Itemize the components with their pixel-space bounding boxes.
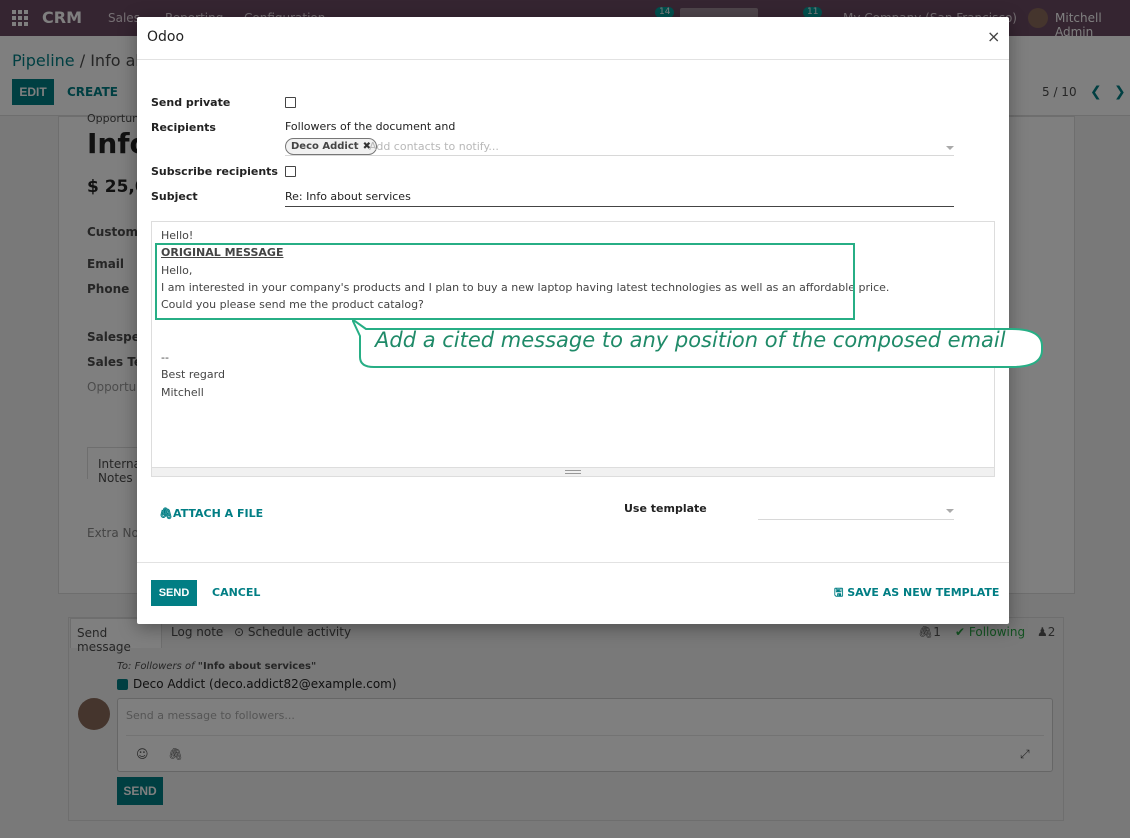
subject-input[interactable]: Re: Info about services	[285, 190, 411, 203]
save-as-template-button[interactable]: 🖫 SAVE AS NEW TEMPLATE	[834, 584, 999, 603]
compose-email-dialog: Odoo × Send private Recipients Followers…	[137, 17, 1043, 624]
recipients-input[interactable]: Add contacts to notify...	[369, 140, 499, 153]
use-template-label: Use template	[624, 502, 707, 515]
signature-separator[interactable]: --	[161, 351, 169, 364]
paperclip-icon: 🖇	[159, 507, 173, 520]
chevron-down-icon[interactable]	[946, 146, 954, 150]
send-button[interactable]: SEND	[151, 580, 197, 606]
cited-message-highlight	[155, 243, 855, 320]
save-as-template-label: SAVE AS NEW TEMPLATE	[847, 586, 1000, 599]
recipients-prefix: Followers of the document and	[285, 120, 456, 133]
recipient-tag-label: Deco Addict	[291, 141, 359, 152]
dialog-header: Odoo ×	[137, 17, 1009, 60]
recipient-tag: Deco Addict ✖	[285, 138, 377, 155]
send-private-checkbox[interactable]	[285, 97, 296, 108]
recipients-label: Recipients	[151, 121, 216, 134]
subject-label: Subject	[151, 190, 198, 203]
send-private-label: Send private	[151, 96, 231, 109]
dialog-title: Odoo	[147, 29, 185, 45]
attach-file-button[interactable]: 🖇ATTACH A FILE	[159, 507, 263, 520]
editor-resize-bar[interactable]	[152, 467, 994, 476]
resize-grip-icon[interactable]	[565, 470, 581, 474]
recipients-underline	[285, 155, 954, 156]
subject-underline	[285, 206, 954, 207]
chevron-down-icon[interactable]	[946, 509, 954, 513]
subscribe-label: Subscribe recipients	[151, 165, 278, 178]
cancel-button[interactable]: CANCEL	[212, 586, 260, 599]
callout-text: Add a cited message to any position of t…	[375, 328, 1006, 352]
dialog-footer: SEND CANCEL 🖫 SAVE AS NEW TEMPLATE	[137, 562, 1009, 624]
signature-line[interactable]: Mitchell	[161, 386, 204, 399]
floppy-icon: 🖫	[834, 586, 848, 599]
attach-file-label: ATTACH A FILE	[172, 507, 264, 520]
close-icon[interactable]: ×	[987, 27, 1000, 46]
subscribe-checkbox[interactable]	[285, 166, 296, 177]
signature-line[interactable]: Best regard	[161, 368, 225, 381]
body-greeting[interactable]: Hello!	[161, 229, 193, 242]
template-select[interactable]	[758, 519, 954, 520]
